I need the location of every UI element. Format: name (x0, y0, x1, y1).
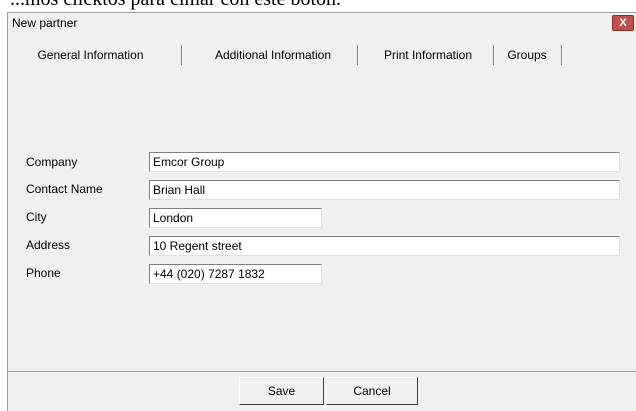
city-label: City (26, 210, 47, 224)
company-field[interactable]: Emcor Group (149, 152, 620, 172)
company-label: Company (26, 155, 78, 169)
cropped-header-text-strip: ...mos clicktos para cimar con este botó… (0, 0, 636, 12)
title-bar: New partner X (8, 13, 636, 33)
window-title: New partner (12, 16, 78, 30)
address-field[interactable]: 10 Regent street (149, 236, 620, 256)
bottom-divider (8, 371, 636, 373)
cancel-button[interactable]: Cancel (326, 377, 418, 405)
close-icon: X (619, 17, 627, 29)
tab-general-information[interactable]: General Information (18, 45, 163, 65)
new-partner-dialog: New partner X General Information Additi… (7, 12, 636, 411)
city-field[interactable]: London (149, 208, 322, 228)
tab-separator (561, 45, 563, 65)
contact-name-label: Contact Name (26, 182, 103, 196)
phone-field[interactable]: +44 (020) 7287 1832 (149, 264, 322, 284)
tab-separator (357, 45, 359, 65)
tab-groups[interactable]: Groups (499, 45, 555, 65)
contact-name-field[interactable]: Brian Hall (149, 180, 620, 200)
tab-print-information[interactable]: Print Information (368, 45, 488, 65)
phone-label: Phone (26, 266, 61, 280)
tab-separator (181, 45, 183, 65)
tab-additional-information[interactable]: Additional Information (188, 45, 358, 65)
address-label: Address (26, 238, 71, 252)
close-button[interactable]: X (612, 15, 634, 31)
save-button[interactable]: Save (239, 377, 324, 405)
tab-separator (493, 45, 495, 65)
cropped-header-text: ...mos clicktos para cimar con este botó… (10, 0, 341, 11)
tab-bar: General Information Additional Informati… (8, 45, 636, 65)
